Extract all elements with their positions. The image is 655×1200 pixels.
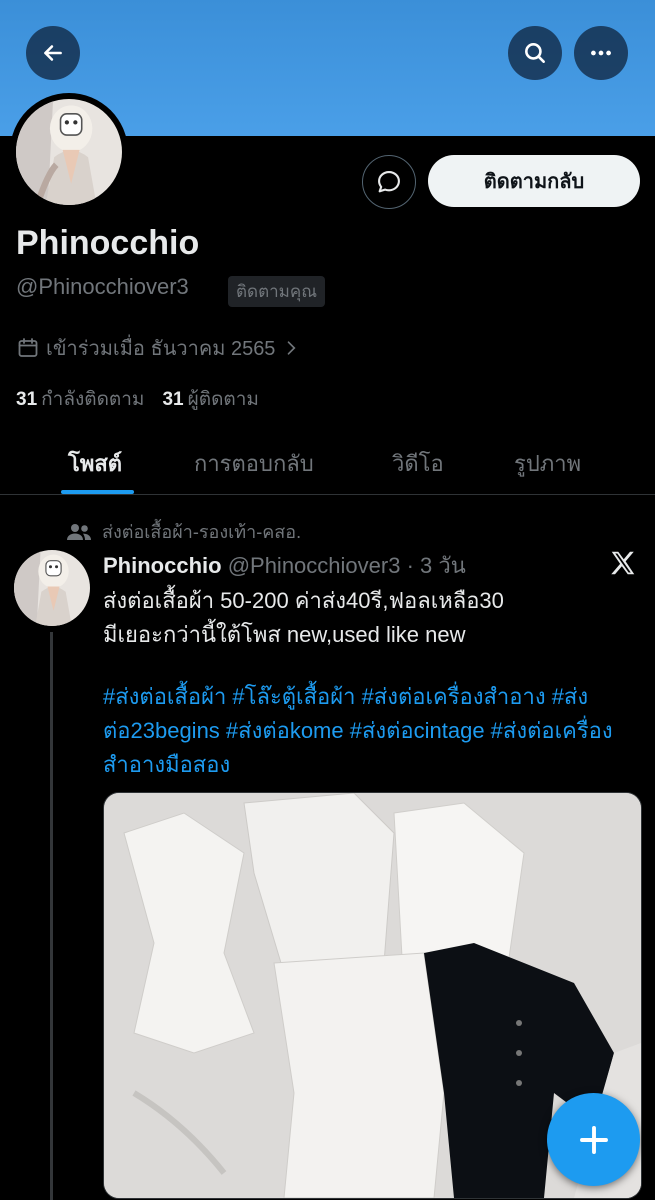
follow-back-button[interactable]: ติดตามกลับ (428, 155, 640, 207)
arrow-left-icon (44, 45, 62, 61)
plus-icon (579, 1125, 608, 1154)
message-button[interactable] (362, 155, 416, 209)
joined-label: เข้าร่วมเมื่อ ธันวาคม 2565 (46, 338, 276, 360)
tab-replies[interactable]: การตอบกลับ (194, 446, 314, 481)
community-context[interactable]: ส่งต่อเสื้อผ้า-รองเท้า-คสอ. (66, 517, 301, 546)
profile-handle: @Phinocchiover3 (16, 274, 189, 299)
post-author-avatar[interactable] (14, 550, 90, 626)
post-author-name[interactable]: Phinocchio (103, 553, 222, 578)
profile-name: Phinocchio (16, 224, 200, 262)
more-options-button[interactable] (574, 26, 628, 80)
message-bubble-icon (378, 171, 400, 193)
following-stat[interactable]: 31 กำลังติดตาม (16, 384, 144, 414)
profile-avatar[interactable] (10, 93, 128, 211)
post-separator: · (406, 553, 414, 578)
post-text-line: ส่งต่อเสื้อผ้า 50-200 ค่าส่ง40รี,ฟอลเหลื… (103, 588, 504, 613)
tab-photos[interactable]: รูปภาพ (514, 446, 581, 481)
thread-line (50, 632, 53, 1200)
post-hashtags[interactable]: #ส่งต่อเสื้อผ้า #โล๊ะตู้เสื้อผ้า #ส่งต่อ… (103, 680, 643, 782)
calendar-icon (18, 338, 38, 357)
post-header: Phinocchio @Phinocchiover3 · 3 วัน (103, 548, 466, 583)
search-button[interactable] (508, 26, 562, 80)
tab-videos[interactable]: วิดีโอ (392, 446, 444, 481)
follows-you-badge: ติดตามคุณ (228, 276, 326, 307)
post-text-line: มีเยอะกว่านี้ใต้โพส new,used like new (103, 622, 466, 647)
back-button[interactable] (26, 26, 80, 80)
joined-date[interactable]: เข้าร่วมเมื่อ ธันวาคม 2565 (16, 332, 307, 364)
community-icon (67, 523, 91, 540)
profile-tabs: โพสต์ การตอบกลับ วิดีโอ รูปภาพ (0, 436, 655, 495)
followers-stat[interactable]: 31 ผู้ติดตาม (162, 384, 258, 414)
post-time[interactable]: 3 วัน (420, 553, 466, 578)
more-horizontal-icon (591, 50, 611, 56)
profile-stats: 31 กำลังติดตาม 31 ผู้ติดตาม (16, 384, 259, 414)
avatar-image (16, 99, 122, 205)
compose-post-button[interactable] (547, 1093, 640, 1186)
community-name: ส่งต่อเสื้อผ้า-รองเท้า-คสอ. (102, 522, 302, 542)
active-tab-indicator (61, 490, 134, 494)
chevron-right-icon (288, 341, 296, 355)
x-logo-icon (611, 551, 635, 575)
search-icon (525, 43, 545, 63)
following-label: กำลังติดตาม (41, 389, 145, 410)
post-author-handle[interactable]: @Phinocchiover3 (228, 553, 401, 578)
avatar-image (14, 550, 90, 626)
following-count: 31 (16, 389, 38, 410)
followers-count: 31 (162, 389, 184, 410)
tab-posts[interactable]: โพสต์ (68, 446, 122, 481)
followers-label: ผู้ติดตาม (187, 389, 259, 410)
post-text: ส่งต่อเสื้อผ้า 50-200 ค่าส่ง40รี,ฟอลเหลื… (103, 584, 643, 652)
